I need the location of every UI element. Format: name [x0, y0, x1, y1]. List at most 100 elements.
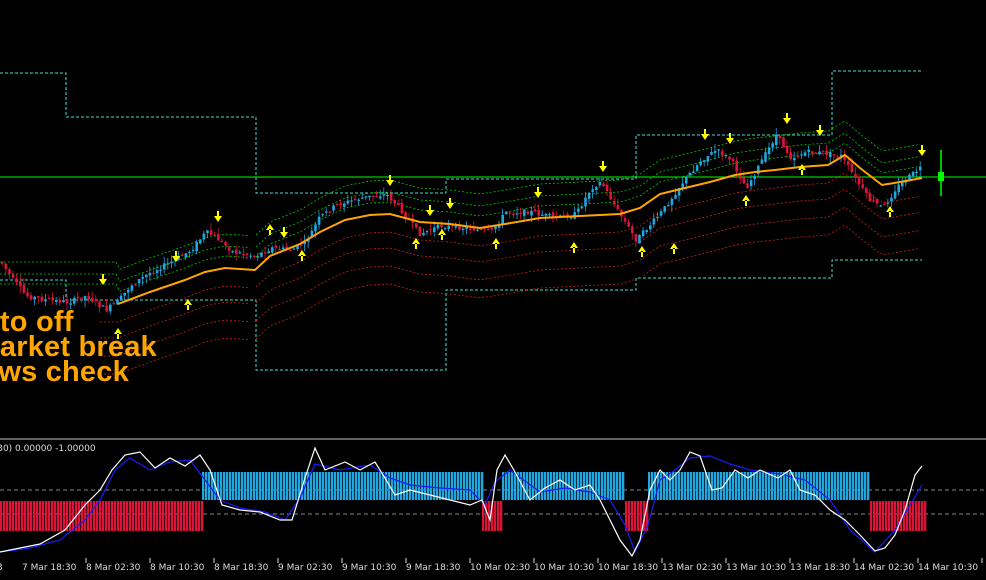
candle-body	[11, 274, 15, 278]
histogram-bar-positive	[747, 472, 750, 500]
histogram-bar-negative	[90, 501, 93, 531]
histogram-bar-positive	[864, 472, 867, 500]
histogram-bar-negative	[15, 501, 18, 531]
histogram-bar-positive	[843, 472, 846, 500]
candle-body	[458, 226, 461, 230]
time-label-6: 9 Mar 10:30	[342, 563, 397, 573]
candle-body	[346, 200, 350, 204]
histogram-bar-negative	[150, 501, 153, 531]
candle-body	[112, 302, 116, 305]
histogram-bar-positive	[397, 472, 400, 500]
candle-body	[641, 230, 645, 237]
candle-body	[418, 226, 422, 237]
candle-body	[584, 197, 587, 207]
histogram-bar-negative	[3, 501, 6, 531]
histogram-bar-negative	[6, 501, 9, 531]
candle-body	[101, 305, 105, 307]
histogram-bar-positive	[307, 472, 310, 500]
histogram-bar-negative	[876, 501, 879, 531]
candle-body	[76, 296, 80, 299]
histogram-bar-positive	[478, 472, 481, 500]
histogram-bar-positive	[337, 472, 340, 500]
histogram-bar-positive	[861, 472, 864, 500]
histogram-bar-positive	[604, 472, 607, 500]
candle-body	[314, 224, 317, 232]
histogram-bar-positive	[562, 472, 565, 500]
candle-body	[260, 252, 263, 257]
histogram-bar-positive	[762, 472, 765, 500]
histogram-bar-positive	[331, 472, 334, 500]
lower-envelope-3-1	[255, 283, 445, 340]
histogram-bar-negative	[60, 501, 63, 531]
histogram-bar-negative	[30, 501, 33, 531]
histogram-bar-positive	[753, 472, 756, 500]
histogram-bar-positive	[232, 472, 235, 500]
time-label-9: 10 Mar 10:30	[534, 563, 595, 573]
histogram-bar-negative	[12, 501, 15, 531]
histogram-bar-positive	[436, 472, 439, 500]
histogram-bar-positive	[684, 472, 687, 500]
histogram-bar-positive	[409, 472, 412, 500]
histogram-bar-negative	[159, 501, 162, 531]
histogram-bar-positive	[735, 472, 738, 500]
histogram-bar-positive	[846, 472, 849, 500]
buy-arrow-icon	[742, 195, 750, 206]
histogram-bar-positive	[370, 472, 373, 500]
histogram-bar-negative	[921, 501, 924, 531]
histogram-bar-positive	[226, 472, 229, 500]
histogram-bar-positive	[828, 472, 831, 500]
time-label-2: 8 Mar 02:30	[86, 563, 141, 573]
histogram-bar-negative	[129, 501, 132, 531]
candle-body	[22, 284, 26, 293]
histogram-bar-negative	[54, 501, 57, 531]
histogram-bar-negative	[132, 501, 135, 531]
candle-body	[91, 298, 94, 302]
histogram-bar-negative	[891, 501, 894, 531]
histogram-bar-positive	[616, 472, 619, 500]
candle-body	[703, 160, 706, 163]
histogram-bar-negative	[879, 501, 882, 531]
candle-body	[656, 216, 659, 218]
price-chart[interactable]	[0, 0, 986, 580]
histogram-bar-negative	[111, 501, 114, 531]
candle-body	[879, 205, 882, 207]
histogram-bar-positive	[376, 472, 379, 500]
candle-body	[692, 171, 695, 173]
histogram-bar-positive	[310, 472, 313, 500]
candle-body	[292, 248, 296, 250]
candle-body	[512, 213, 515, 215]
histogram-bar-positive	[355, 472, 358, 500]
histogram-bar-positive	[696, 472, 699, 500]
sell-arrow-icon	[918, 145, 926, 156]
candle-body	[875, 198, 879, 204]
histogram-bar-negative	[24, 501, 27, 531]
trading-chart-window: uto off narket break ews check r(30) 0.0…	[0, 0, 986, 580]
candle-body	[505, 211, 508, 214]
histogram-bar-negative	[637, 501, 640, 531]
histogram-bar-negative	[180, 501, 183, 531]
candle-body	[332, 205, 335, 211]
histogram-bar-negative	[631, 501, 634, 531]
sell-arrow-icon	[446, 198, 454, 209]
histogram-bar-positive	[553, 472, 556, 500]
candle-body	[767, 147, 771, 155]
candle-body	[577, 208, 580, 212]
candle-body	[321, 214, 324, 216]
buy-arrow-icon	[886, 206, 894, 217]
histogram-bar-positive	[292, 472, 295, 500]
candle-body	[803, 152, 807, 156]
histogram-bar-positive	[334, 472, 337, 500]
candle-body	[706, 156, 710, 162]
candle-body	[206, 230, 209, 233]
candle-body	[595, 187, 598, 190]
candle-body	[753, 175, 756, 179]
candle-body	[281, 247, 285, 250]
histogram-bar-positive	[801, 472, 804, 500]
candle-body	[242, 254, 245, 256]
candle-body	[202, 233, 206, 240]
candle-body	[350, 200, 353, 202]
histogram-bar-positive	[768, 472, 771, 500]
candle-body	[526, 211, 530, 215]
histogram-bar-positive	[364, 472, 367, 500]
histogram-bar-positive	[253, 472, 256, 500]
